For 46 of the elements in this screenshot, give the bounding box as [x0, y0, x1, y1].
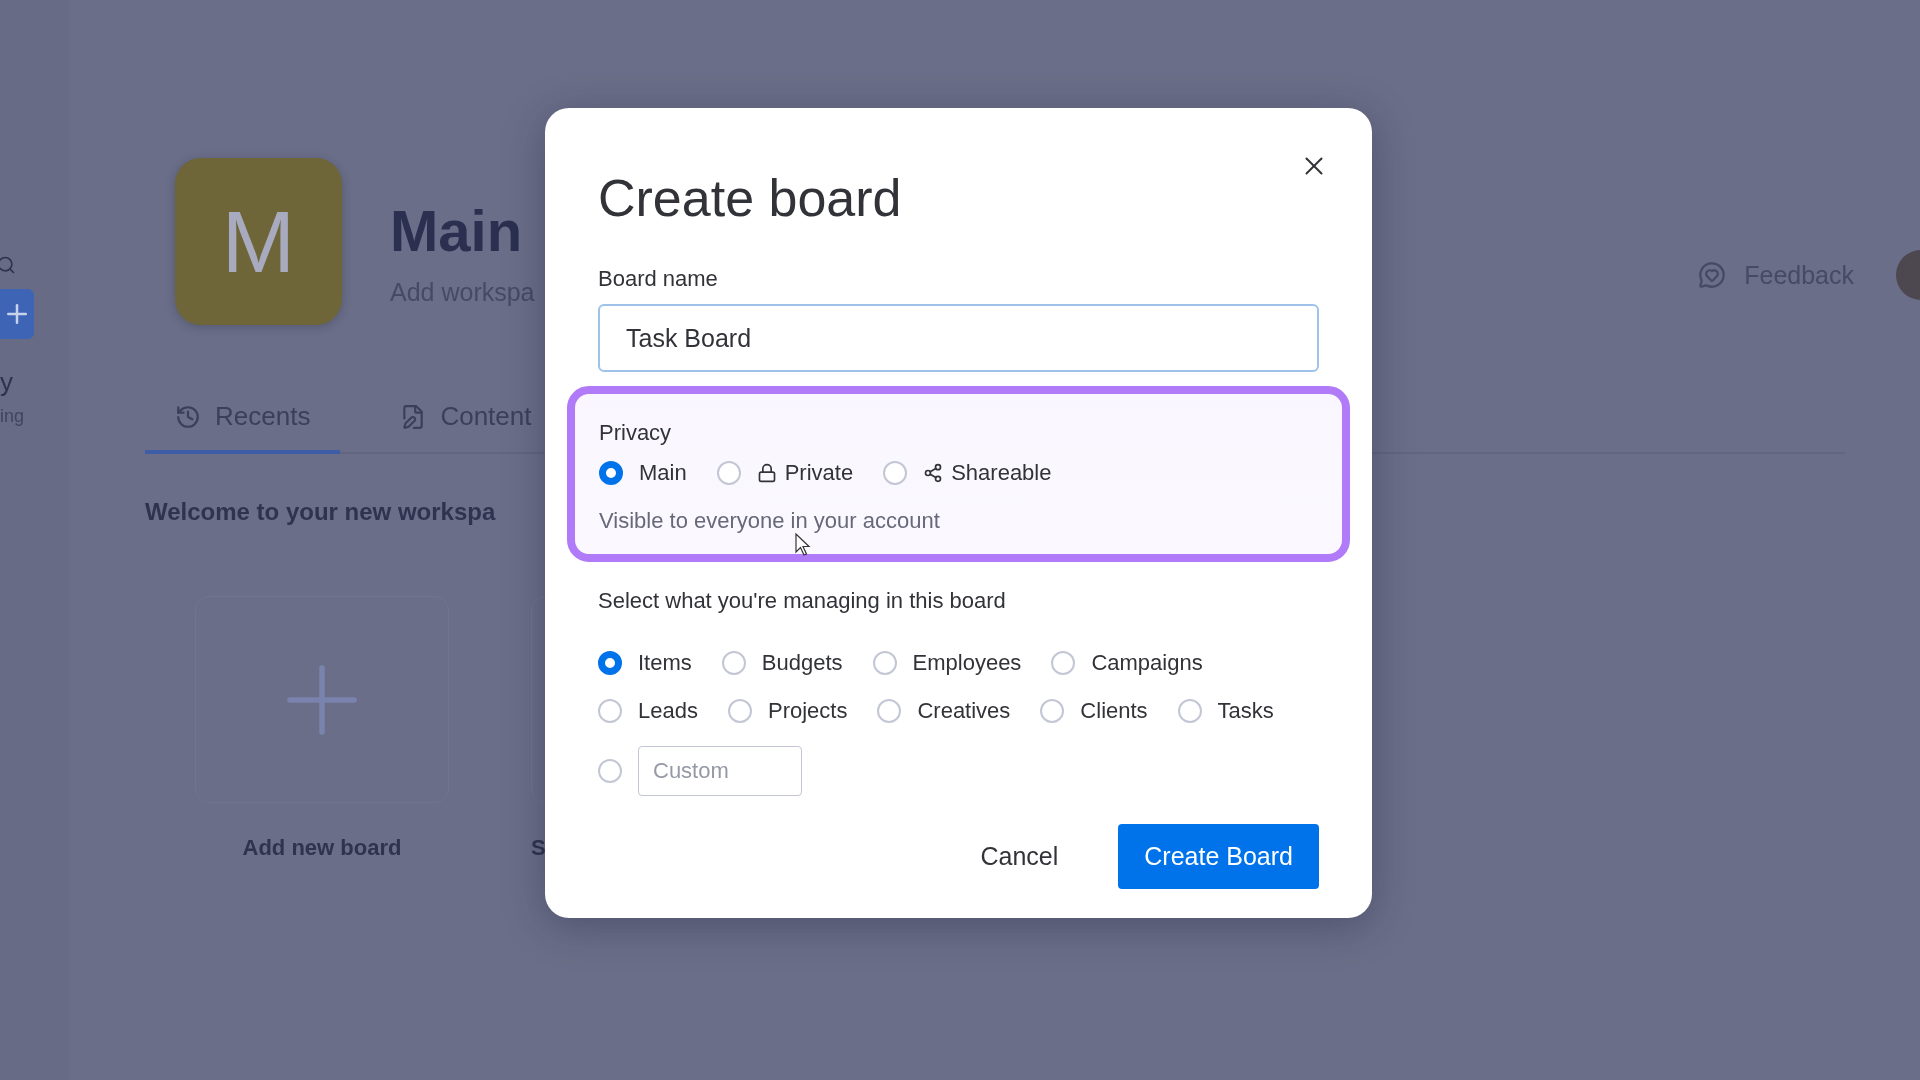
sidebar-text: y	[0, 367, 13, 398]
radio-button[interactable]	[877, 699, 902, 723]
custom-field[interactable]: Custom	[638, 746, 802, 796]
radio-button[interactable]	[599, 461, 623, 485]
lock-icon	[756, 463, 777, 483]
field-label: Board name	[598, 266, 719, 292]
option-label: Items	[638, 650, 692, 676]
option-label: Main	[639, 460, 687, 486]
workspace-avatar: M	[175, 158, 342, 325]
option-label: Creatives	[917, 698, 1011, 724]
dialog-title: Create board	[598, 168, 903, 228]
add-button[interactable]	[0, 289, 34, 339]
mouse-cursor-icon	[795, 533, 811, 557]
option-label: Employees	[912, 650, 1022, 676]
create-button[interactable]: Create Board	[1118, 824, 1319, 889]
radio-button[interactable]	[598, 699, 622, 723]
option-label: Tasks	[1217, 698, 1274, 724]
radio-button[interactable]	[716, 461, 741, 485]
radio-button[interactable]	[721, 651, 746, 675]
radio-button[interactable]	[883, 461, 908, 485]
option-label: Budgets	[761, 650, 843, 676]
radio-button[interactable]	[727, 699, 752, 723]
radio-button[interactable]	[598, 651, 622, 675]
feedback-icon	[1698, 261, 1727, 289]
radio-button[interactable]	[1051, 651, 1076, 675]
add-board-card[interactable]	[195, 596, 449, 803]
workspace-title: Main	[390, 196, 524, 264]
radio-button[interactable]	[598, 759, 622, 783]
radio-button[interactable]	[1177, 699, 1202, 723]
radio-button[interactable]	[872, 651, 897, 675]
option-label: Leads	[638, 698, 698, 724]
board-name-field[interactable]: Task Board	[598, 304, 1319, 372]
option-label: Private	[784, 460, 854, 486]
field-label: Privacy	[599, 420, 673, 446]
privacy-hint: Visible to everyone in your account	[599, 508, 941, 534]
option-label: Shareable	[951, 460, 1052, 486]
card-label: Add new board	[242, 835, 402, 861]
option-label: Clients	[1080, 698, 1148, 724]
history-icon	[175, 403, 201, 430]
option-label: Projects	[767, 698, 848, 724]
field-label: Select what you're managing in this board	[598, 588, 1007, 614]
share-icon	[923, 463, 944, 483]
cancel-button[interactable]: Cancel	[954, 824, 1085, 889]
welcome-text: Welcome to your new workspa	[145, 498, 496, 526]
option-label: Campaigns	[1091, 650, 1203, 676]
radio-button[interactable]	[1040, 699, 1065, 723]
